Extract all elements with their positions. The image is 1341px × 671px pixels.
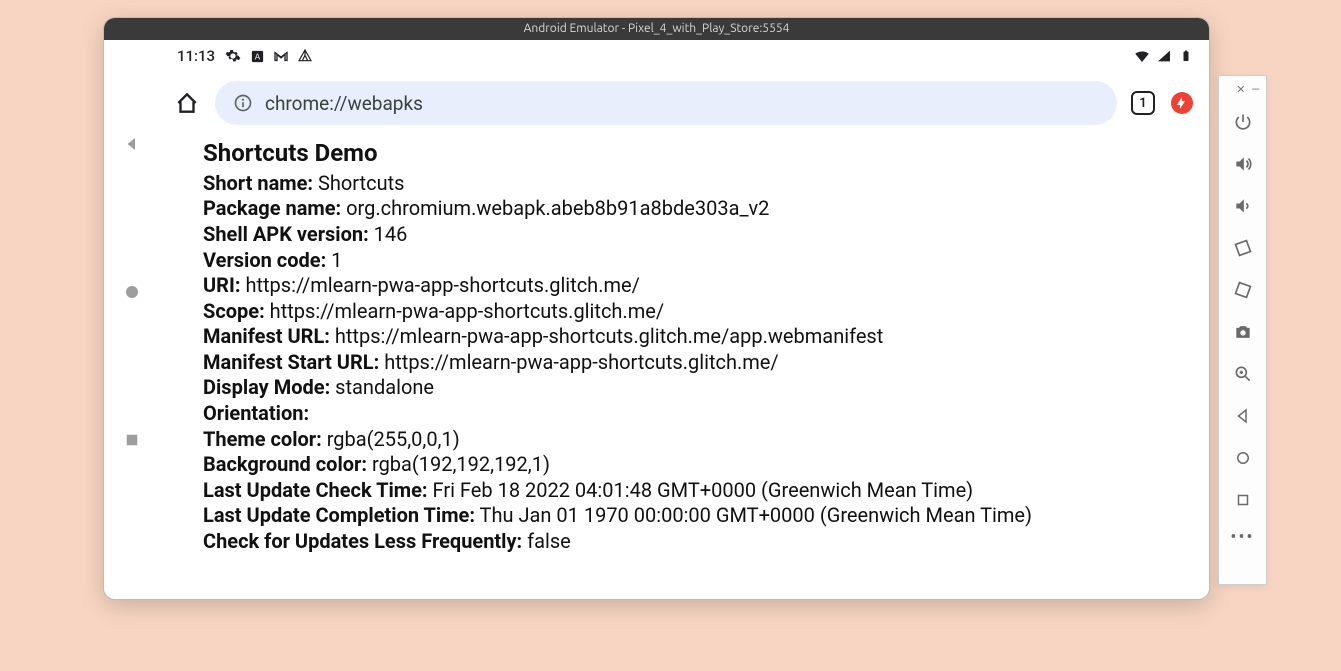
info-label: Last Update Completion Time: bbox=[203, 503, 475, 527]
info-icon bbox=[233, 93, 253, 113]
info-row: Package name: org.chromium.webapk.abeb8b… bbox=[203, 196, 1189, 222]
gmail-icon bbox=[273, 48, 289, 64]
info-label: Theme color: bbox=[203, 427, 322, 451]
rotate-left-icon[interactable] bbox=[1227, 232, 1259, 264]
android-nav-rail bbox=[104, 40, 159, 599]
gear-icon bbox=[225, 48, 241, 64]
info-label: Display Mode: bbox=[203, 375, 330, 399]
info-row: Last Update Check Time: Fri Feb 18 2022 … bbox=[203, 478, 1189, 504]
window-titlebar[interactable]: Android Emulator - Pixel_4_with_Play_Sto… bbox=[104, 18, 1209, 40]
info-label: Manifest URL: bbox=[203, 324, 330, 348]
info-value: 1 bbox=[326, 248, 342, 272]
battery-icon bbox=[1177, 47, 1195, 65]
info-row: Scope: https://mlearn-pwa-app-shortcuts.… bbox=[203, 299, 1189, 325]
status-time: 11:13 bbox=[177, 47, 215, 65]
info-label: Short name: bbox=[203, 171, 313, 195]
info-row: Shell APK version: 146 bbox=[203, 222, 1189, 248]
info-label: Manifest Start URL: bbox=[203, 350, 379, 374]
info-row: Manifest URL: https://mlearn-pwa-app-sho… bbox=[203, 324, 1189, 350]
info-row: Background color: rgba(192,192,192,1) bbox=[203, 452, 1189, 478]
status-bar: 11:13 A bbox=[159, 40, 1209, 72]
info-row: Display Mode: standalone bbox=[203, 375, 1189, 401]
info-value: https://mlearn-pwa-app-shortcuts.glitch.… bbox=[379, 350, 778, 374]
chrome-home-button[interactable] bbox=[173, 89, 201, 117]
overview-button[interactable] bbox=[123, 431, 141, 449]
zoom-icon[interactable] bbox=[1227, 358, 1259, 390]
info-label: Background color: bbox=[203, 452, 367, 476]
signal-icon bbox=[1155, 47, 1173, 65]
rotate-right-icon[interactable] bbox=[1227, 274, 1259, 306]
window-title: Android Emulator - Pixel_4_with_Play_Sto… bbox=[524, 22, 790, 35]
volume-up-icon[interactable] bbox=[1227, 148, 1259, 180]
info-value: https://mlearn-pwa-app-shortcuts.glitch.… bbox=[240, 273, 639, 297]
home-nav-icon[interactable] bbox=[1227, 442, 1259, 474]
info-label: Scope: bbox=[203, 299, 265, 323]
app-icon-a: A bbox=[249, 48, 265, 64]
info-row: Check for Updates Less Frequently: false bbox=[203, 529, 1189, 555]
back-nav-icon[interactable] bbox=[1227, 400, 1259, 432]
extension-icon[interactable] bbox=[1169, 90, 1195, 116]
tab-count: 1 bbox=[1139, 96, 1146, 111]
emulator-window: Android Emulator - Pixel_4_with_Play_Sto… bbox=[103, 17, 1210, 600]
info-value: rgba(192,192,192,1) bbox=[367, 452, 550, 476]
info-row: Orientation: bbox=[203, 401, 1189, 427]
more-icon[interactable]: ••• bbox=[1230, 527, 1254, 548]
volume-down-icon[interactable] bbox=[1227, 190, 1259, 222]
info-row: Manifest Start URL: https://mlearn-pwa-a… bbox=[203, 350, 1189, 376]
info-value: false bbox=[522, 529, 571, 553]
info-row: Version code: 1 bbox=[203, 248, 1189, 274]
close-icon[interactable]: ✕ bbox=[1236, 84, 1245, 95]
info-value: rgba(255,0,0,1) bbox=[322, 427, 460, 451]
minimize-icon[interactable]: — bbox=[1251, 84, 1260, 95]
page-content[interactable]: Shortcuts Demo Short name: ShortcutsPack… bbox=[159, 134, 1209, 599]
overview-nav-icon[interactable] bbox=[1227, 484, 1259, 516]
omnibox[interactable]: chrome://webapks bbox=[215, 81, 1117, 125]
info-row: Last Update Completion Time: Thu Jan 01 … bbox=[203, 503, 1189, 529]
screenshot-icon[interactable] bbox=[1227, 316, 1259, 348]
info-row: URI: https://mlearn-pwa-app-shortcuts.gl… bbox=[203, 273, 1189, 299]
info-label: Orientation: bbox=[203, 401, 309, 425]
info-value: 146 bbox=[369, 222, 408, 246]
info-label: URI: bbox=[203, 273, 240, 297]
info-value: org.chromium.webapk.abeb8b91a8bde303a_v2 bbox=[341, 196, 769, 220]
omnibox-url: chrome://webapks bbox=[265, 92, 423, 115]
info-label: Check for Updates Less Frequently: bbox=[203, 529, 522, 553]
tab-switcher-button[interactable]: 1 bbox=[1131, 91, 1155, 115]
drive-icon bbox=[297, 48, 313, 64]
info-row: Theme color: rgba(255,0,0,1) bbox=[203, 427, 1189, 453]
info-value: Fri Feb 18 2022 04:01:48 GMT+0000 (Green… bbox=[428, 478, 974, 502]
device-area: 11:13 A bbox=[104, 40, 1209, 599]
emulator-side-toolbar: ✕ — ••• bbox=[1218, 75, 1267, 585]
info-value: https://mlearn-pwa-app-shortcuts.glitch.… bbox=[330, 324, 883, 348]
info-label: Last Update Check Time: bbox=[203, 478, 428, 502]
svg-text:A: A bbox=[254, 52, 260, 61]
info-row: Short name: Shortcuts bbox=[203, 171, 1189, 197]
info-label: Package name: bbox=[203, 196, 341, 220]
info-value: standalone bbox=[330, 375, 434, 399]
browser-toolbar: chrome://webapks 1 bbox=[159, 72, 1209, 134]
info-label: Shell APK version: bbox=[203, 222, 369, 246]
info-value: Thu Jan 01 1970 00:00:00 GMT+0000 (Green… bbox=[475, 503, 1032, 527]
wifi-icon bbox=[1133, 47, 1151, 65]
page-title: Shortcuts Demo bbox=[203, 138, 1189, 169]
back-button[interactable] bbox=[123, 135, 141, 153]
device-screen: 11:13 A bbox=[159, 40, 1209, 599]
info-label: Version code: bbox=[203, 248, 326, 272]
info-value: https://mlearn-pwa-app-shortcuts.glitch.… bbox=[265, 299, 664, 323]
home-button[interactable] bbox=[123, 283, 141, 301]
info-value: Shortcuts bbox=[313, 171, 404, 195]
power-icon[interactable] bbox=[1227, 106, 1259, 138]
